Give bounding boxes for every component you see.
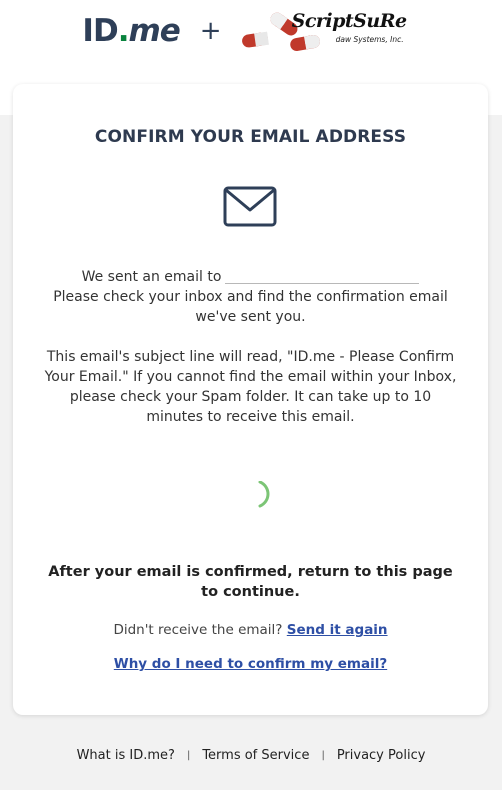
sent-email-label: We sent an email to <box>81 269 222 285</box>
footer: What is ID.me? | Terms of Service | Priv… <box>0 745 502 765</box>
why-confirm-link[interactable]: Why do I need to confirm my email? <box>114 656 387 672</box>
resend-row: Didn't receive the email? Send it again <box>13 622 488 638</box>
email-address-value <box>225 269 420 284</box>
footer-link-terms[interactable]: Terms of Service <box>202 748 309 763</box>
header-logos: ID.me + ScriptSuRe daw Systems, Inc. <box>0 8 502 54</box>
footer-link-privacy[interactable]: Privacy Policy <box>337 748 426 763</box>
envelope-icon <box>223 186 277 227</box>
plus-sign: + <box>199 16 222 46</box>
send-again-link[interactable]: Send it again <box>287 622 388 638</box>
subject-line-message: This email's subject line will read, "ID… <box>44 349 457 425</box>
check-inbox-text: Please check your inbox and find the con… <box>53 289 448 325</box>
didnt-receive-label: Didn't receive the email? <box>113 622 283 638</box>
footer-separator: | <box>186 749 191 761</box>
sent-email-message: We sent an email to Please check your in… <box>43 267 458 327</box>
confirm-email-card: CONFIRM YOUR EMAIL ADDRESS We sent an em… <box>13 84 488 715</box>
after-confirm-message: After your email is confirmed, return to… <box>48 564 453 600</box>
scriptsure-subtitle: daw Systems, Inc. <box>335 35 404 44</box>
loading-spinner-icon <box>258 481 270 508</box>
scriptsure-logo: ScriptSuRe daw Systems, Inc. <box>240 8 420 54</box>
why-confirm-row: Why do I need to confirm my email? <box>13 656 488 672</box>
page-title: CONFIRM YOUR EMAIL ADDRESS <box>94 127 407 147</box>
footer-separator: | <box>321 749 325 761</box>
idme-logo: ID.me <box>82 13 180 49</box>
scriptsure-wordmark: ScriptSuRe <box>291 10 408 32</box>
footer-link-what-is-idme[interactable]: What is ID.me? <box>77 748 175 763</box>
